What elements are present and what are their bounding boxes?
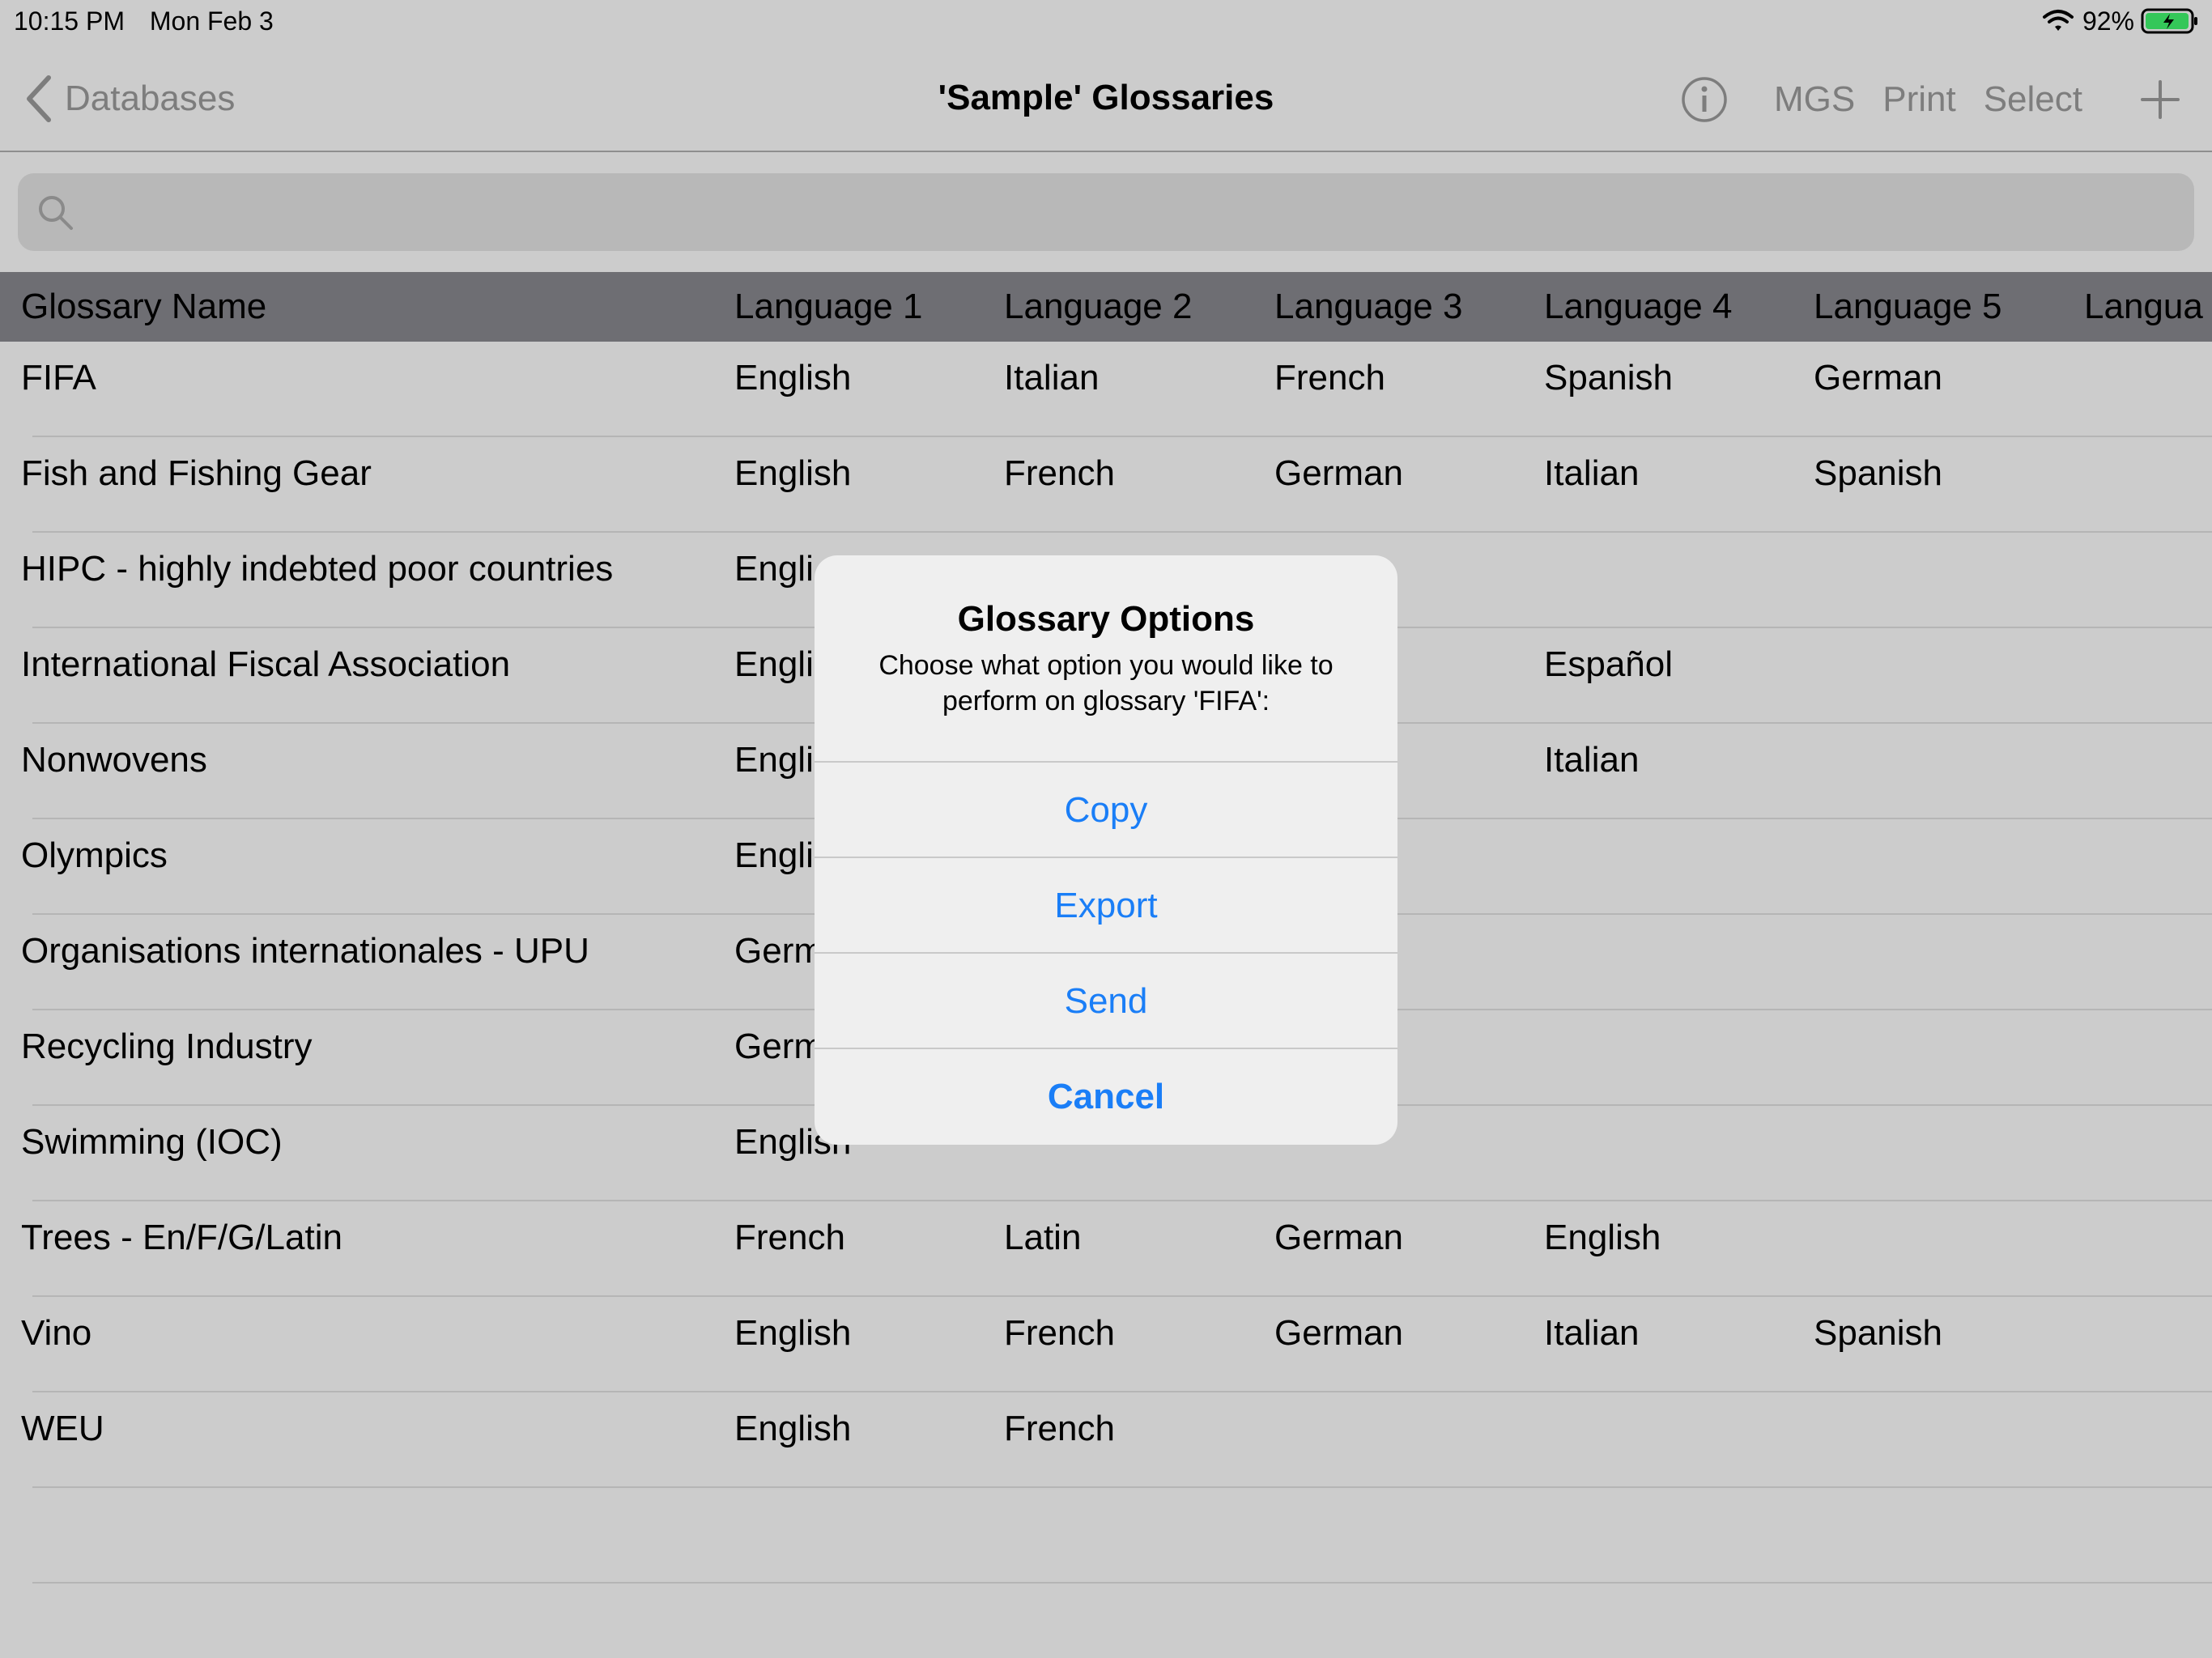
- cancel-button[interactable]: Cancel: [815, 1048, 1397, 1145]
- alert-title: Glossary Options: [957, 599, 1255, 639]
- send-button[interactable]: Send: [815, 952, 1397, 1049]
- glossary-options-alert: Glossary Options Choose what option you …: [815, 555, 1397, 1145]
- copy-button[interactable]: Copy: [815, 761, 1397, 858]
- export-button[interactable]: Export: [815, 857, 1397, 954]
- alert-message: Choose what option you would like to per…: [878, 650, 1334, 716]
